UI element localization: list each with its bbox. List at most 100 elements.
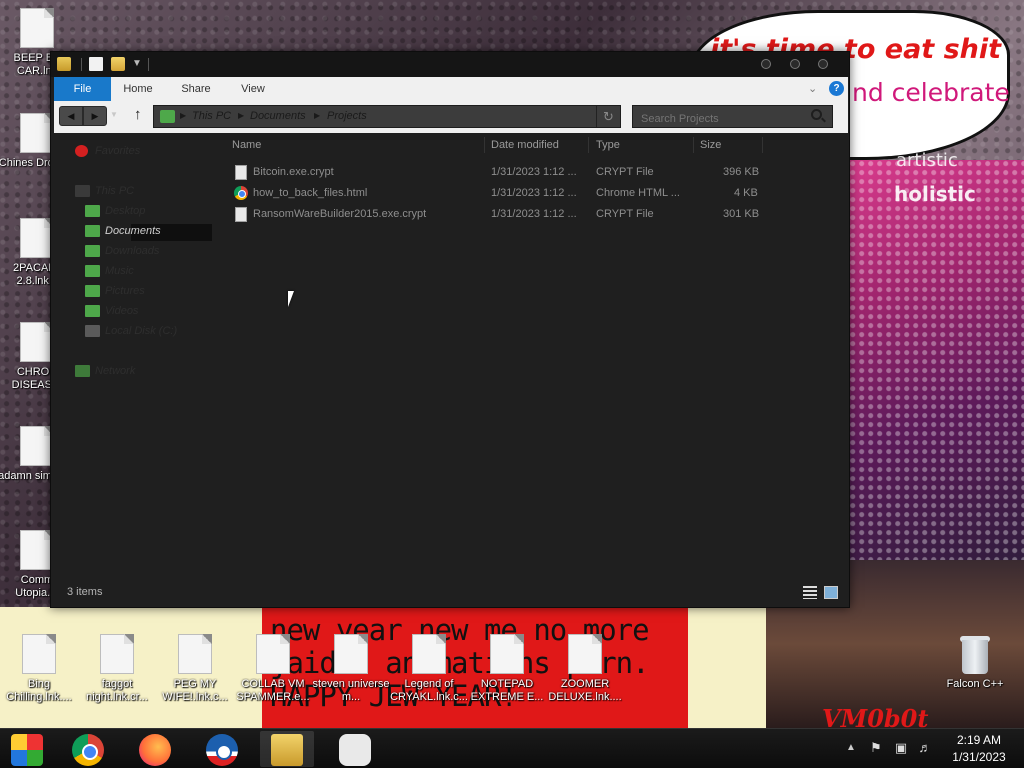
- search-icon[interactable]: [811, 109, 822, 120]
- recycle-bin[interactable]: Falcon C++: [936, 634, 1014, 691]
- desktop-icon[interactable]: ZOOMER DELUXE.lnk....: [546, 634, 624, 704]
- nav-label: Documents: [105, 225, 161, 237]
- file-type: CRYPT File: [596, 208, 654, 220]
- breadcrumb-this-pc[interactable]: This PC: [192, 110, 231, 122]
- explorer-window: ▼ File Home Share View ⌄ ? ◀ ▶ ▼ ↑ ▶ Thi…: [50, 51, 850, 608]
- forward-button[interactable]: ▶: [83, 106, 107, 126]
- show-hidden-icons-button[interactable]: ▲: [846, 742, 856, 753]
- file-size: 301 KB: [723, 208, 760, 220]
- details-view-icon[interactable]: [803, 586, 817, 599]
- file-icon: [100, 634, 134, 674]
- file-icon: [20, 322, 54, 362]
- maximize-button[interactable]: [790, 59, 800, 69]
- chevron-down-icon[interactable]: ⌄: [808, 82, 817, 95]
- tab-share[interactable]: Share: [174, 77, 218, 101]
- taskbar-firefox[interactable]: [128, 731, 182, 767]
- tab-home[interactable]: Home: [118, 77, 158, 101]
- volume-icon[interactable]: ♬: [918, 741, 932, 755]
- column-divider[interactable]: [693, 137, 694, 153]
- background-word-holistic: holistic: [894, 182, 976, 206]
- desktop-icon[interactable]: NOTEPAD EXTREME E...: [468, 634, 546, 704]
- refresh-icon[interactable]: ↻: [596, 106, 620, 127]
- file-name: how_to_back_files.html: [253, 187, 368, 199]
- drive-icon: [85, 325, 100, 337]
- file-row[interactable]: Bitcoin.exe.crypt 1/31/2023 1:12 ... CRY…: [229, 163, 789, 184]
- clock-date[interactable]: 1/31/2023: [940, 750, 1018, 764]
- help-icon[interactable]: ?: [829, 81, 844, 96]
- desktop-icon[interactable]: COLLAB VM SPAMMER.e...: [234, 634, 312, 704]
- divider: [81, 58, 82, 71]
- recent-locations-icon[interactable]: ▼: [110, 110, 118, 119]
- column-divider[interactable]: [588, 137, 589, 153]
- file-row[interactable]: RansomWareBuilder2015.exe.crypt 1/31/202…: [229, 205, 789, 226]
- chevron-right-icon[interactable]: ▶: [238, 111, 244, 120]
- clock-time[interactable]: 2:19 AM: [940, 733, 1018, 747]
- new-folder-icon[interactable]: [111, 57, 125, 71]
- properties-icon[interactable]: [89, 57, 103, 71]
- search-input[interactable]: [632, 105, 833, 128]
- taskbar-obama-logo[interactable]: [195, 731, 249, 767]
- downloads-icon: [85, 245, 100, 257]
- nav-label: Pictures: [105, 285, 145, 297]
- up-arrow-icon[interactable]: ↑: [134, 106, 142, 123]
- party-image: [850, 160, 1024, 580]
- documents-icon: [85, 225, 100, 237]
- back-button[interactable]: ◀: [59, 106, 83, 126]
- folder-icon: [57, 57, 71, 71]
- navigation-bar: ◀ ▶ ▼ ↑ ▶ This PC ▶ Documents ▶ Projects…: [54, 101, 848, 133]
- minimize-button[interactable]: [761, 59, 771, 69]
- column-header-type[interactable]: Type: [596, 134, 620, 156]
- file-name: RansomWareBuilder2015.exe.crypt: [253, 208, 427, 220]
- title-bar[interactable]: ▼: [51, 52, 849, 77]
- file-date: 1/31/2023 1:12 ...: [491, 166, 577, 178]
- taskbar-chrome[interactable]: [61, 731, 115, 767]
- chevron-right-icon[interactable]: ▶: [180, 111, 186, 120]
- column-header-size[interactable]: Size: [700, 134, 721, 156]
- tab-view[interactable]: View: [236, 77, 270, 101]
- computer-icon: [75, 185, 90, 197]
- nav-label: Videos: [105, 305, 139, 317]
- firefox-icon: [139, 734, 171, 766]
- file-row[interactable]: how_to_back_files.html 1/31/2023 1:12 ..…: [229, 184, 789, 205]
- breadcrumb-documents[interactable]: Documents: [250, 110, 306, 122]
- nav-label: This PC: [95, 185, 135, 197]
- file-icon: [20, 426, 54, 466]
- network-icon[interactable]: ▣: [894, 741, 908, 755]
- desktop-icon[interactable]: Bing Chilling.lnk....: [0, 634, 78, 704]
- nav-label: Local Disk (C:): [105, 325, 178, 337]
- desktop-icon[interactable]: steven universe m...: [312, 634, 390, 704]
- videos-icon: [85, 305, 100, 317]
- desktop-icon[interactable]: PEG MY WIFE!.lnk.c...: [156, 634, 234, 704]
- file-size: 396 KB: [723, 166, 760, 178]
- column-divider[interactable]: [484, 137, 485, 153]
- desktop-icon-label: NOTEPAD EXTREME E...: [470, 678, 544, 703]
- desktop-icon-label: COLLAB VM SPAMMER.e...: [236, 678, 310, 703]
- taskbar-game-controller[interactable]: [328, 731, 382, 767]
- file-date: 1/31/2023 1:12 ...: [491, 208, 577, 220]
- breadcrumb-projects[interactable]: Projects: [327, 110, 367, 122]
- close-button[interactable]: [818, 59, 828, 69]
- address-bar[interactable]: ▶ This PC ▶ Documents ▶ Projects ↻: [153, 105, 621, 128]
- file-name: Bitcoin.exe.crypt: [253, 166, 334, 178]
- chrome-icon: [72, 734, 104, 766]
- chevron-down-icon[interactable]: ▼: [132, 58, 142, 69]
- large-icons-view-icon[interactable]: [824, 586, 838, 599]
- column-header-name[interactable]: Name: [232, 134, 261, 156]
- desktop-icon[interactable]: faggot night.lnk.cr...: [78, 634, 156, 704]
- desktop-icon[interactable]: Legend of CRYAKL.lnk.c...: [390, 634, 468, 704]
- start-button[interactable]: [0, 731, 54, 767]
- file-icon: [334, 634, 368, 674]
- nav-label: Favorites: [95, 145, 141, 157]
- music-icon: [85, 265, 100, 277]
- tab-file[interactable]: File: [54, 77, 111, 101]
- file-icon: [20, 8, 54, 48]
- column-header-date[interactable]: Date modified: [491, 134, 559, 156]
- column-divider[interactable]: [762, 137, 763, 153]
- desktop-icon-label: Bing Chilling.lnk....: [6, 678, 72, 703]
- chevron-right-icon[interactable]: ▶: [314, 111, 320, 120]
- file-type: CRYPT File: [596, 166, 654, 178]
- file-icon: [412, 634, 446, 674]
- comic-panel-right: [688, 607, 766, 728]
- flag-icon[interactable]: ⚑: [869, 741, 883, 755]
- taskbar-file-explorer[interactable]: [260, 731, 314, 767]
